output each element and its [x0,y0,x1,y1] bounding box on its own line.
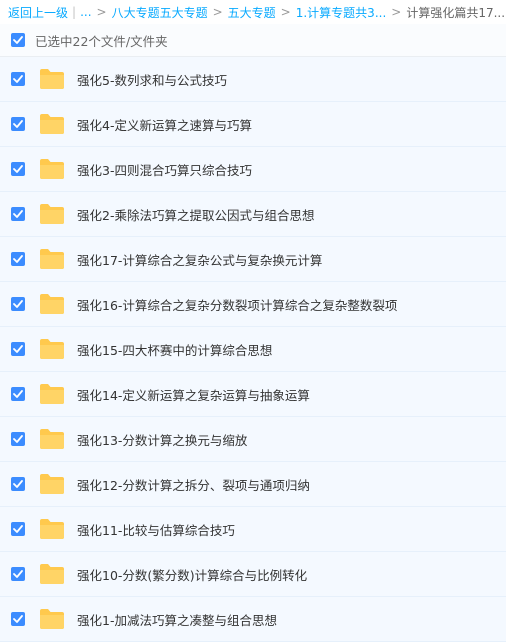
file-row[interactable]: 强化1-加减法巧算之凑整与组合思想 [0,597,506,642]
file-name: 强化17-计算综合之复杂公式与复杂换元计算 [77,252,323,268]
file-checkbox[interactable] [11,387,25,401]
file-row[interactable]: 强化16-计算综合之复杂分数裂项计算综合之复杂整数裂项 [0,282,506,327]
file-row[interactable]: 强化15-四大杯赛中的计算综合思想 [0,327,506,372]
file-checkbox[interactable] [11,252,25,266]
file-checkbox[interactable] [11,342,25,356]
file-name: 强化10-分数(繁分数)计算综合与比例转化 [77,567,308,583]
folder-icon [40,609,64,629]
checkbox-checked-icon [13,570,23,578]
file-name: 强化15-四大杯赛中的计算综合思想 [77,342,273,358]
checkbox-checked-icon [13,345,23,353]
file-checkbox[interactable] [11,297,25,311]
breadcrumb-separator: > [96,5,107,19]
file-row[interactable]: 强化11-比较与估算综合技巧 [0,507,506,552]
checkbox-checked-icon [13,435,23,443]
file-name: 强化11-比较与估算综合技巧 [77,522,235,538]
checkbox-checked-icon [13,120,23,128]
folder-icon [40,519,64,539]
file-name: 强化12-分数计算之拆分、裂项与通项归纳 [77,477,310,493]
breadcrumb-separator: > [280,5,291,19]
breadcrumb-separator: > [391,5,402,19]
file-name: 强化5-数列求和与公式技巧 [77,72,227,88]
folder-icon [40,69,64,89]
file-row[interactable]: 强化5-数列求和与公式技巧 [0,57,506,102]
file-checkbox[interactable] [11,117,25,131]
file-checkbox[interactable] [11,162,25,176]
file-checkbox[interactable] [11,477,25,491]
file-row[interactable]: 强化4-定义新运算之速算与巧算 [0,102,506,147]
file-checkbox[interactable] [11,207,25,221]
file-row[interactable]: 强化3-四则混合巧算只综合技巧 [0,147,506,192]
breadcrumb: 返回上一级 | ... > 八大专题五大专题 > 五大专题 > 1.计算专题共3… [0,0,506,24]
folder-icon [40,564,64,584]
select-all-checkbox[interactable] [11,33,25,47]
file-name: 强化14-定义新运算之复杂运算与抽象运算 [77,387,310,403]
file-row[interactable]: 强化12-分数计算之拆分、裂项与通项归纳 [0,462,506,507]
file-row[interactable]: 强化14-定义新运算之复杂运算与抽象运算 [0,372,506,417]
breadcrumb-item-3[interactable]: 1.计算专题共3... [296,4,387,21]
checkbox-checked-icon [13,165,23,173]
breadcrumb-current: 计算强化篇共17... [406,5,506,20]
file-name: 强化2-乘除法巧算之提取公因式与组合思想 [77,207,315,223]
checkbox-checked-icon [13,36,23,44]
file-name: 强化4-定义新运算之速算与巧算 [77,117,252,133]
breadcrumb-item-1[interactable]: 八大专题五大专题 [112,4,208,21]
folder-icon [40,294,64,314]
checkbox-checked-icon [13,615,23,623]
folder-icon [40,249,64,269]
back-link[interactable]: 返回上一级 [8,4,68,21]
file-row[interactable]: 强化17-计算综合之复杂公式与复杂换元计算 [0,237,506,282]
file-checkbox[interactable] [11,432,25,446]
folder-icon [40,384,64,404]
folder-icon [40,114,64,134]
folder-icon [40,204,64,224]
file-name: 强化1-加减法巧算之凑整与组合思想 [77,612,277,628]
checkbox-checked-icon [13,210,23,218]
breadcrumb-divider: | [72,5,77,19]
folder-icon [40,339,64,359]
file-name: 强化3-四则混合巧算只综合技巧 [77,162,252,178]
checkbox-checked-icon [13,75,23,83]
folder-icon [40,474,64,494]
folder-icon [40,429,64,449]
selection-summary: 已选中22个文件/文件夹 [35,33,168,49]
file-checkbox[interactable] [11,72,25,86]
folder-icon [40,159,64,179]
file-row[interactable]: 强化13-分数计算之换元与缩放 [0,417,506,462]
file-checkbox[interactable] [11,522,25,536]
checkbox-checked-icon [13,300,23,308]
breadcrumb-ellipsis[interactable]: ... [80,5,91,19]
checkbox-checked-icon [13,480,23,488]
file-name: 强化16-计算综合之复杂分数裂项计算综合之复杂整数裂项 [77,297,398,313]
file-name: 强化13-分数计算之换元与缩放 [77,432,248,448]
file-row[interactable]: 强化10-分数(繁分数)计算综合与比例转化 [0,552,506,597]
file-list: 强化5-数列求和与公式技巧 强化4-定义新运算之速算与巧算 强化3-四则混合巧算… [0,57,506,642]
selection-bar: 已选中22个文件/文件夹 [0,24,506,57]
breadcrumb-separator: > [212,5,223,19]
file-checkbox[interactable] [11,567,25,581]
file-checkbox[interactable] [11,612,25,626]
checkbox-checked-icon [13,390,23,398]
file-row[interactable]: 强化2-乘除法巧算之提取公因式与组合思想 [0,192,506,237]
checkbox-checked-icon [13,255,23,263]
breadcrumb-item-2[interactable]: 五大专题 [228,4,276,21]
checkbox-checked-icon [13,525,23,533]
